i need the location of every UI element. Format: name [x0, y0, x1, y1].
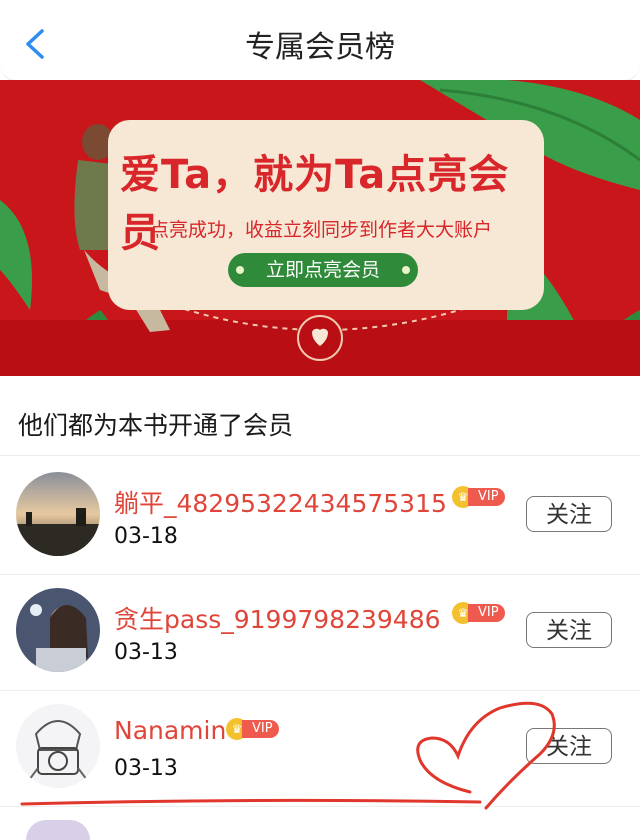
member-row[interactable]: Nanamin ♛ VIP 03-13 关注	[0, 690, 640, 807]
promo-banner[interactable]: 爱Ta，就为Ta点亮会员 点亮成功，收益立刻同步到作者大大账户 立即点亮会员	[0, 80, 640, 376]
avatar[interactable]	[16, 472, 100, 556]
follow-button[interactable]: 关注	[526, 612, 612, 648]
member-name[interactable]: Nanamin	[114, 716, 226, 745]
member-name[interactable]: 躺平_48295322434575315	[114, 484, 447, 520]
top-nav-bar: 专属会员榜	[0, 0, 640, 81]
member-date: 03-18	[114, 524, 178, 549]
vip-badge: ♛ VIP	[452, 602, 505, 624]
avatar[interactable]	[16, 704, 100, 788]
follow-button[interactable]: 关注	[526, 496, 612, 532]
member-row[interactable]: 躺平_48295322434575315 ♛ VIP 03-18 关注	[0, 458, 640, 575]
member-name[interactable]: 贪生pass_9199798239486	[114, 600, 441, 636]
divider	[0, 455, 640, 456]
member-row[interactable]: 贪生pass_9199798239486 ♛ VIP 03-13 关注	[0, 574, 640, 691]
activate-membership-button[interactable]: 立即点亮会员	[228, 253, 418, 287]
member-date: 03-13	[114, 640, 178, 665]
avatar[interactable]	[16, 588, 100, 672]
member-date: 03-13	[114, 756, 178, 781]
avatar	[26, 820, 90, 840]
banner-subtitle: 点亮成功，收益立刻同步到作者大大账户	[150, 219, 493, 241]
follow-button[interactable]: 关注	[526, 728, 612, 764]
section-title: 他们都为本书开通了会员	[18, 411, 294, 440]
vip-badge: ♛ VIP	[226, 718, 279, 740]
page-title: 专属会员榜	[245, 30, 395, 65]
vip-badge: ♛ VIP	[452, 486, 505, 508]
